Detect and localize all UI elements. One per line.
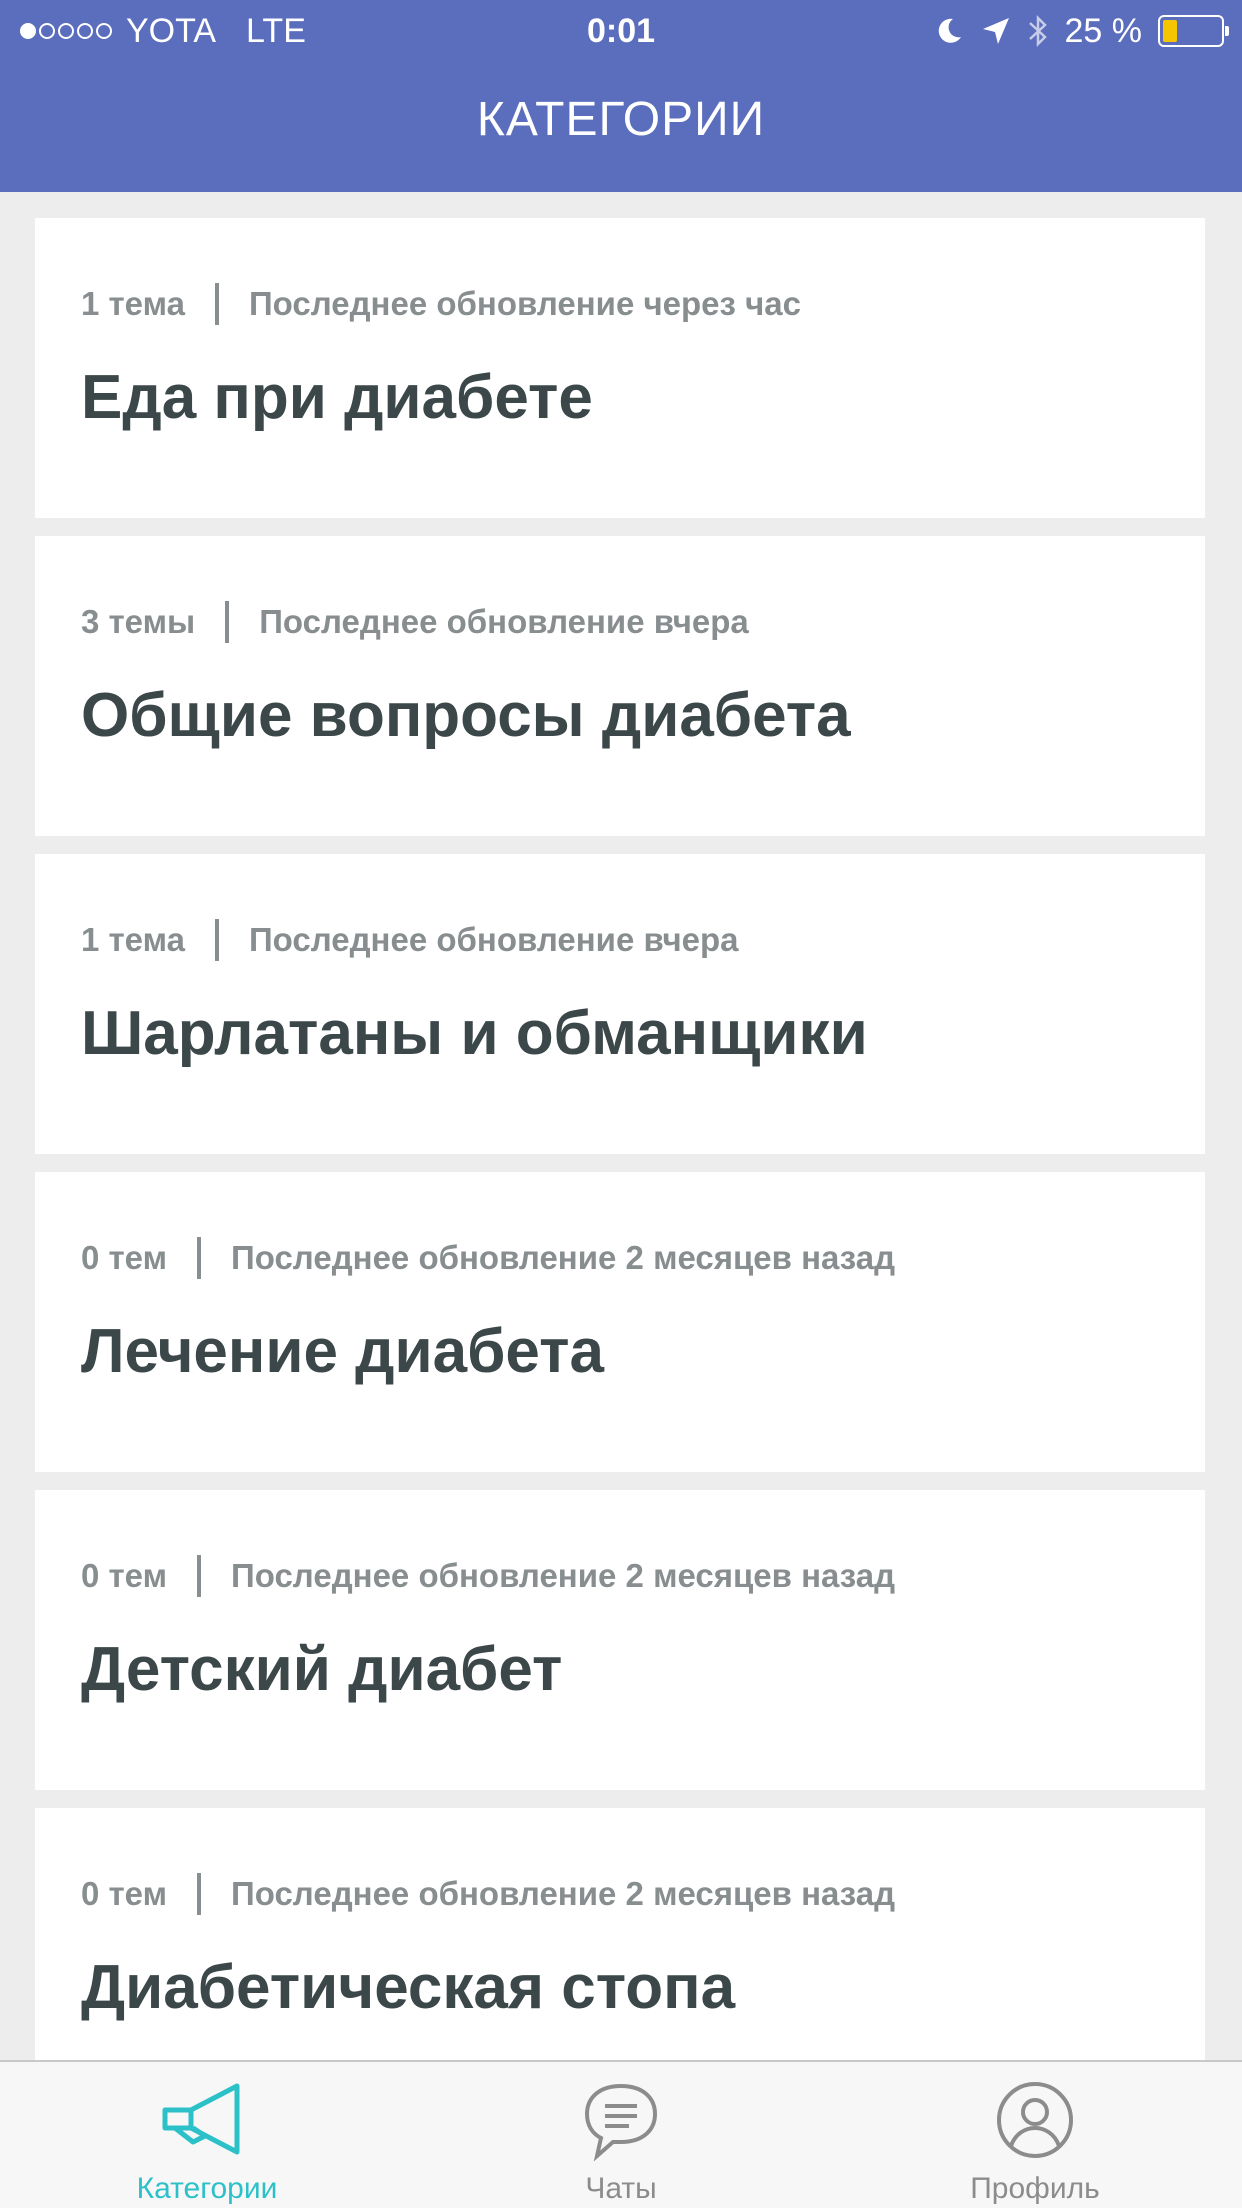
tab-bar: Категории Чаты Профиль [0, 2060, 1242, 2208]
category-list: 1 тема Последнее обновление через час Еда … [35, 218, 1205, 2060]
topic-count: 0 тем [81, 1875, 168, 1912]
megaphone-icon [162, 2083, 240, 2155]
topic-count: 0 тем [81, 1239, 168, 1276]
bluetooth-icon [1028, 14, 1047, 48]
category-title: Лечение диабета [81, 1317, 604, 1386]
signal-strength-icon [20, 23, 112, 39]
network-type: LTE [246, 11, 306, 50]
moon-icon [938, 18, 961, 43]
topic-count: 1 тема [81, 285, 185, 322]
battery-percent: 25 % [1064, 11, 1143, 50]
tab-categories-label: Категории [136, 2172, 278, 2205]
status-bar: YOTA LTE 0:01 25 % [0, 0, 1242, 62]
tab-profile[interactable]: Профиль [828, 2062, 1242, 2208]
tab-chats-label: Чаты [585, 2172, 657, 2205]
category-title: Еда при диабете [81, 363, 593, 432]
category-card[interactable]: 1 тема Последнее обновление через час Еда … [35, 218, 1205, 518]
category-title: Шарлатаны и обманщики [81, 999, 868, 1068]
category-meta: 0 тем Последнее обновление 2 месяцев наза… [81, 1873, 1159, 1915]
meta-separator [214, 283, 219, 325]
category-meta: 1 тема Последнее обновление через час [81, 283, 1159, 325]
last-update: Последнее обновление через час [248, 285, 801, 322]
meta-separator [197, 1237, 202, 1279]
category-card[interactable]: 0 тем Последнее обновление 2 месяцев наза… [35, 1808, 1205, 2060]
chat-bubble-icon [584, 2083, 658, 2162]
tab-categories[interactable]: Категории [0, 2062, 414, 2208]
meta-separator [197, 1555, 202, 1597]
tab-profile-label: Профиль [970, 2172, 1100, 2205]
tab-chats[interactable]: Чаты [414, 2062, 828, 2208]
category-card[interactable]: 3 темы Последнее обновление вчера Общие во… [35, 536, 1205, 836]
header: YOTA LTE 0:01 25 % КАТЕГОРИИ [0, 0, 1242, 192]
category-meta: 3 темы Последнее обновление вчера [81, 601, 1159, 643]
last-update: Последнее обновление 2 месяцев назад [231, 1875, 896, 1912]
category-title: Детский диабет [81, 1635, 563, 1704]
meta-separator [197, 1873, 202, 1915]
category-meta: 0 тем Последнее обновление 2 месяцев наза… [81, 1237, 1159, 1279]
last-update: Последнее обновление 2 месяцев назад [231, 1239, 896, 1276]
last-update: Последнее обновление вчера [259, 603, 749, 640]
last-update: Последнее обновление 2 месяцев назад [231, 1557, 896, 1594]
category-card[interactable]: 0 тем Последнее обновление 2 месяцев наза… [35, 1172, 1205, 1472]
location-icon [982, 18, 1009, 44]
meta-separator [214, 919, 219, 961]
page-title: КАТЕГОРИИ [476, 93, 766, 146]
carrier-name: YOTA [126, 11, 217, 50]
battery-icon [1158, 15, 1229, 47]
category-meta: 0 тем Последнее обновление 2 месяцев наза… [81, 1555, 1159, 1597]
category-title: Диабетическая стопа [81, 1953, 736, 2022]
category-card[interactable]: 1 тема Последнее обновление вчера Шарлатан… [35, 854, 1205, 1154]
category-card[interactable]: 0 тем Последнее обновление 2 месяцев наза… [35, 1490, 1205, 1790]
topic-count: 3 темы [81, 603, 196, 640]
topic-count: 1 тема [81, 921, 185, 958]
meta-separator [225, 601, 230, 643]
profile-icon [997, 2082, 1073, 2158]
topic-count: 0 тем [81, 1557, 168, 1594]
category-meta: 1 тема Последнее обновление вчера [81, 919, 1159, 961]
last-update: Последнее обновление вчера [248, 921, 739, 958]
category-title: Общие вопросы диабета [81, 681, 851, 750]
